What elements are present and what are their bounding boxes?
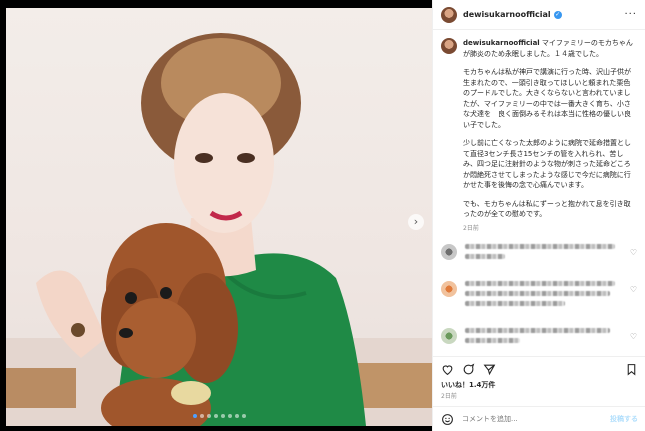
- next-image-icon[interactable]: ›: [408, 214, 424, 230]
- post-header: dewisukarnoofficial ✓ ···: [433, 0, 645, 30]
- list-item: ♡: [441, 281, 637, 311]
- carousel-dots: [6, 414, 432, 418]
- caption-username[interactable]: dewisukarnoofficial: [463, 39, 540, 47]
- carousel-dot: [241, 414, 246, 418]
- caption-line: モカちゃんは私が神戸で講演に行った時、沢山子供が生まれたので、一頭引き取ってほし…: [463, 68, 631, 129]
- list-item: ♡: [441, 244, 637, 264]
- heart-icon[interactable]: [441, 363, 454, 376]
- add-comment-bar: 投稿する: [433, 406, 645, 431]
- blurred-comment: [465, 281, 624, 311]
- verified-icon: ✓: [553, 10, 562, 19]
- comment-input[interactable]: [462, 415, 610, 423]
- post-actions: [433, 356, 645, 376]
- carousel-dot: [220, 414, 225, 418]
- caption-line: でも、モカちゃんは私にずーっと抱かれて息を引き取ったのが全ての慰めです。: [463, 199, 631, 219]
- post-side-panel: dewisukarnoofficial ✓ ··· dewisukarnooff…: [432, 0, 645, 431]
- comment-icon[interactable]: [462, 363, 475, 376]
- list-item: ♡: [441, 328, 637, 348]
- carousel-dot: [199, 414, 204, 418]
- avatar[interactable]: [441, 281, 457, 297]
- post-media-panel: ›: [0, 0, 432, 431]
- photo-illustration: [6, 33, 432, 426]
- more-options-icon[interactable]: ···: [624, 9, 637, 20]
- emoji-icon[interactable]: [441, 413, 454, 426]
- avatar[interactable]: [441, 244, 457, 260]
- like-comment-icon[interactable]: ♡: [630, 248, 637, 257]
- username[interactable]: dewisukarnoofficial: [463, 10, 551, 19]
- carousel-dot: [206, 414, 211, 418]
- comment-list: ♡ ♡ ♡: [433, 234, 645, 348]
- like-comment-icon[interactable]: ♡: [630, 332, 637, 341]
- like-comment-icon[interactable]: ♡: [630, 285, 637, 294]
- carousel-dot: [234, 414, 239, 418]
- caption-line: 少し前に亡くなった太郎のように病院で延命措置として直径3センチ長さ15センチの管…: [463, 139, 631, 189]
- post-photo[interactable]: ›: [6, 8, 432, 426]
- carousel-dot: [213, 414, 218, 418]
- post-caption: dewisukarnoofficial マイファミリーのモカちゃんが肺炎のため永…: [433, 30, 645, 234]
- caption-timestamp: 2日前: [463, 224, 479, 232]
- carousel-dot: [192, 414, 197, 418]
- share-icon[interactable]: [483, 363, 496, 376]
- bookmark-icon[interactable]: [625, 363, 638, 376]
- caption-text: dewisukarnoofficial マイファミリーのモカちゃんが肺炎のため永…: [463, 38, 637, 234]
- avatar[interactable]: [441, 6, 457, 23]
- caption-avatar[interactable]: [441, 38, 457, 54]
- blurred-comment: [465, 328, 624, 348]
- like-count[interactable]: いいね！1.4万件: [441, 380, 495, 390]
- blurred-comment: [465, 244, 624, 264]
- carousel-dot: [227, 414, 232, 418]
- post-date: 2日前: [441, 393, 457, 400]
- avatar[interactable]: [441, 328, 457, 344]
- post-comment-button[interactable]: 投稿する: [610, 414, 638, 424]
